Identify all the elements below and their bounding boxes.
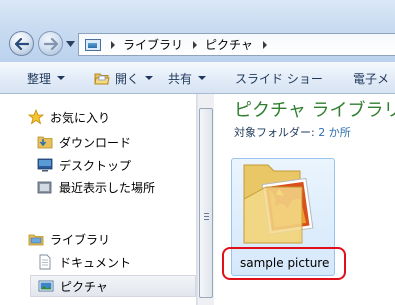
library-icon [85, 38, 101, 51]
document-icon [39, 254, 51, 270]
sidebar-item-downloads[interactable]: ダウンロード [37, 131, 131, 153]
chevron-down-icon [198, 76, 207, 80]
content-pane: ピクチャ ライブラリ 対象フォルダー: 2 か所 sample picture [214, 94, 395, 305]
sidebar-item-documents[interactable]: ドキュメント [37, 251, 131, 273]
breadcrumb-pictures[interactable]: ピクチャ [205, 36, 253, 53]
sidebar-item-label: ライブラリ [50, 232, 111, 247]
forward-button[interactable] [38, 31, 63, 56]
folder-with-picture-icon [243, 164, 314, 244]
open-label: 開く [115, 71, 140, 86]
open-button[interactable]: 開く [94, 62, 154, 94]
organize-label: 整理 [27, 71, 52, 86]
sidebar-item-label: ダウンロード [59, 135, 132, 150]
star-icon [28, 109, 44, 125]
navigation-scrollbar[interactable] [197, 94, 214, 305]
share-label: 共有 [168, 71, 193, 86]
grip-line [204, 219, 209, 220]
sidebar-item-label: 最近表示した場所 [59, 180, 156, 195]
chevron-down-icon [145, 76, 154, 80]
desktop-icon [37, 158, 53, 172]
sidebar-item-favorites[interactable]: お気に入り [28, 106, 110, 128]
email-label: 電子メ [353, 71, 390, 86]
window-header: ライブラリ ピクチャ [0, 0, 395, 62]
annotation-highlight-box [222, 247, 346, 280]
sidebar-item-libraries[interactable]: ライブラリ [28, 228, 110, 250]
folder-label: 対象フォルダー: [234, 126, 315, 139]
pictures-icon [38, 280, 54, 292]
recent-pages-icon[interactable] [66, 40, 75, 48]
slideshow-label: スライド ショー [235, 71, 323, 86]
email-button[interactable]: 電子メ [353, 62, 389, 94]
sidebar-item-label: お気に入り [50, 110, 111, 125]
forward-arrow-icon [43, 37, 58, 50]
library-subtitle: 対象フォルダー: 2 か所 [234, 124, 351, 140]
address-bar[interactable]: ライブラリ ピクチャ [78, 33, 395, 56]
sidebar-item-label: ドキュメント [59, 255, 132, 270]
sidebar-item-recent[interactable]: 最近表示した場所 [37, 176, 155, 198]
sidebar-item-label: ピクチャ [60, 279, 108, 294]
scrollbar-thumb[interactable] [199, 108, 213, 298]
command-bar: 整理 開く 共有 スライド ショー 電子メ [0, 62, 395, 94]
breadcrumb-libraries[interactable]: ライブラリ [123, 36, 183, 53]
grip-line [204, 213, 209, 214]
grip-line [204, 216, 209, 217]
sidebar-item-label: デスクトップ [59, 158, 132, 173]
chevron-right-icon[interactable] [193, 40, 198, 49]
navigation-pane: お気に入り ダウンロード デスクトップ 最近表示した場所 ライブラリ ドキュメン… [0, 94, 197, 305]
back-arrow-icon [14, 37, 29, 50]
share-button[interactable]: 共有 [168, 62, 207, 94]
recent-places-icon [37, 181, 52, 194]
slideshow-button[interactable]: スライド ショー [235, 62, 323, 94]
download-folder-icon [37, 136, 53, 149]
chevron-right-icon[interactable] [262, 40, 267, 49]
open-folder-icon [94, 73, 110, 84]
organize-button[interactable]: 整理 [27, 62, 66, 94]
sidebar-item-pictures[interactable]: ピクチャ [30, 275, 196, 297]
library-title: ピクチャ ライブラリ [234, 100, 395, 121]
chevron-right-icon[interactable] [111, 40, 115, 49]
chevron-down-icon [57, 76, 66, 80]
library-folder-icon [28, 234, 44, 246]
back-button[interactable] [9, 31, 34, 56]
folder-count-link[interactable]: 2 か所 [318, 126, 351, 139]
sidebar-item-desktop[interactable]: デスクトップ [37, 154, 131, 176]
